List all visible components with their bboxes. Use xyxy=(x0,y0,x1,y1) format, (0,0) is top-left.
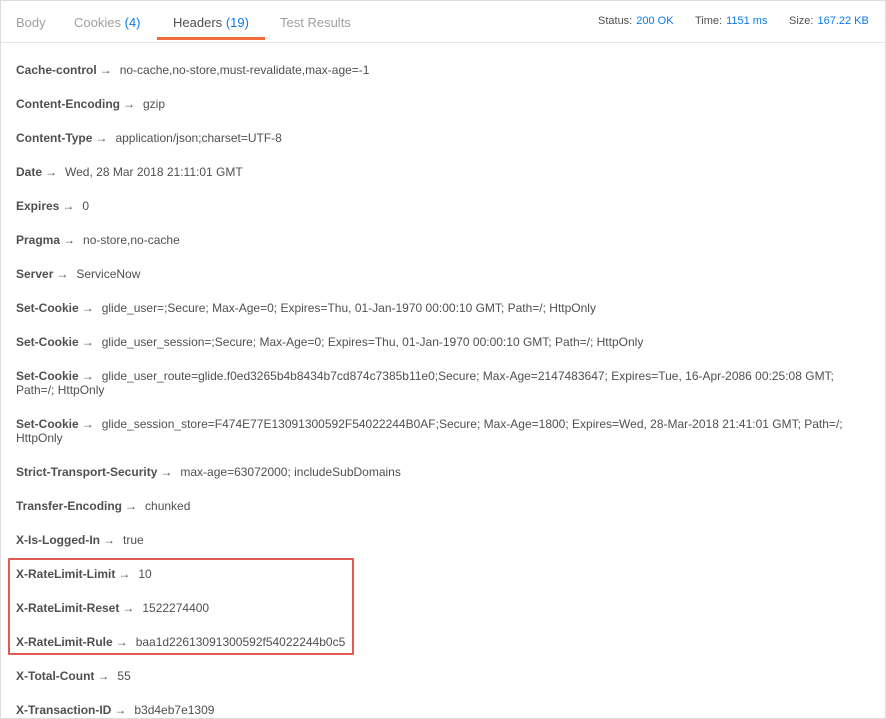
arrow-icon: → xyxy=(114,703,127,717)
tab-headers[interactable]: Headers (19) xyxy=(157,1,265,40)
time-value[interactable]: 1151 ms xyxy=(726,15,767,27)
header-key: X-Total-Count xyxy=(16,669,95,683)
header-row: Set-Cookie → glide_session_store=F474E77E1… xyxy=(16,417,866,445)
header-row: Content-Encoding → gzip xyxy=(16,97,866,111)
header-key: Set-Cookie xyxy=(16,417,79,431)
arrow-icon: → xyxy=(63,233,76,247)
header-value: no-cache,no-store,must-revalidate,max-ag… xyxy=(119,63,370,77)
response-panel: Body Cookies (4) Headers (19) Test Resul… xyxy=(0,0,886,719)
header-row: Set-Cookie → glide_user=;Secure; Max-Age=0… xyxy=(16,301,866,315)
arrow-icon: → xyxy=(99,63,112,77)
status-value[interactable]: 200 OK xyxy=(636,15,673,27)
arrow-icon: → xyxy=(97,669,110,683)
arrow-icon: → xyxy=(95,131,108,145)
header-value: glide_session_store=F474E77E13091300592F… xyxy=(16,417,843,445)
header-row: Expires → 0 xyxy=(16,199,866,213)
tab-test-results-label: Test Results xyxy=(280,15,351,30)
tab-headers-label: Headers xyxy=(173,15,223,30)
header-key: Cache-control xyxy=(16,63,97,77)
header-value: no-store,no-cache xyxy=(83,233,180,247)
header-value: 55 xyxy=(117,669,131,683)
arrow-icon: → xyxy=(103,533,115,547)
tab-cookies-label: Cookies xyxy=(74,15,121,30)
arrow-icon: → xyxy=(81,369,94,383)
header-key: X-Is-Logged-In xyxy=(16,533,100,547)
header-key: Expires xyxy=(16,199,60,213)
header-row: X-Total-Count → 55 xyxy=(16,669,866,683)
header-row: Set-Cookie → glide_user_session=;Secure; M… xyxy=(16,335,866,349)
header-value: b3d4eb7e1309 xyxy=(134,703,215,717)
arrow-icon: → xyxy=(81,335,94,349)
header-value: glide_user_route=glide.f0ed3265b4b8434b7… xyxy=(16,369,834,397)
header-key: X-Transaction-ID xyxy=(16,703,112,717)
header-key: Content-Encoding xyxy=(16,97,120,111)
header-row: Content-Type → application/json;charset=UT… xyxy=(16,131,866,145)
status-label: Status: xyxy=(598,15,633,27)
header-value: 0 xyxy=(82,199,90,213)
header-key: Content-Type xyxy=(16,131,93,145)
arrow-icon: → xyxy=(122,97,135,111)
header-value: gzip xyxy=(142,97,165,111)
arrow-icon: → xyxy=(56,267,69,281)
header-key: Server xyxy=(16,267,54,281)
header-value: glide_user=;Secure; Max-Age=0; Expires=T… xyxy=(101,301,596,315)
size-value[interactable]: 167.22 KB xyxy=(817,15,868,27)
header-key: Set-Cookie xyxy=(16,335,79,349)
tab-headers-count: (19) xyxy=(225,15,249,30)
header-value: ServiceNow xyxy=(76,267,141,281)
header-key: Set-Cookie xyxy=(16,301,79,315)
header-row: Strict-Transport-Security → max-age=630720… xyxy=(16,465,866,479)
size-label: Size: xyxy=(789,15,814,27)
header-row: Transfer-Encoding → chunked xyxy=(16,499,866,513)
tab-test-results[interactable]: Test Results xyxy=(280,1,351,40)
header-row: Pragma → no-store,no-cache xyxy=(16,233,866,247)
size-readout: Size: 167.22 KB xyxy=(789,15,869,27)
time-readout: Time: 1151 ms xyxy=(695,15,767,27)
header-row: X-Transaction-ID → b3d4eb7e1309 xyxy=(16,703,866,717)
header-key: Strict-Transport-Security xyxy=(16,465,158,479)
response-tabbar: Body Cookies (4) Headers (19) Test Resul… xyxy=(1,1,885,43)
header-value: application/json;charset=UTF-8 xyxy=(115,131,282,145)
header-value: chunked xyxy=(145,499,191,513)
arrow-icon: → xyxy=(45,165,58,179)
time-label: Time: xyxy=(695,15,723,27)
header-value: Wed, 28 Mar 2018 21:11:01 GMT xyxy=(65,165,243,179)
header-row: X-Is-Logged-In → true xyxy=(16,533,866,547)
header-value: glide_user_session=;Secure; Max-Age=0; E… xyxy=(101,335,644,349)
arrow-icon: → xyxy=(81,417,94,431)
status-readout: Status: 200 OK xyxy=(598,15,674,27)
tab-body[interactable]: Body xyxy=(16,1,46,40)
header-row: Date → Wed, 28 Mar 2018 21:11:01 GMT xyxy=(16,165,866,179)
header-row: Cache-control → no-cache,no-store,must-rev… xyxy=(16,63,866,77)
arrow-icon: → xyxy=(81,301,94,315)
header-value: max-age=63072000; includeSubDomains xyxy=(180,465,401,479)
header-row: Set-Cookie → glide_user_route=glide.f0ed32… xyxy=(16,369,866,397)
arrow-icon: → xyxy=(125,499,138,513)
header-key: Set-Cookie xyxy=(16,369,79,383)
arrow-icon: → xyxy=(160,465,173,479)
tab-cookies[interactable]: Cookies (4) xyxy=(74,1,140,40)
tab-body-label: Body xyxy=(16,15,46,30)
arrow-icon: → xyxy=(62,199,75,213)
rate-limit-highlight-box xyxy=(8,558,354,655)
header-key: Date xyxy=(16,165,43,179)
tab-cookies-count: (4) xyxy=(124,15,141,30)
header-value: true xyxy=(123,533,144,547)
header-key: Transfer-Encoding xyxy=(16,499,123,513)
header-row: Server → ServiceNow xyxy=(16,267,866,281)
header-key: Pragma xyxy=(16,233,61,247)
